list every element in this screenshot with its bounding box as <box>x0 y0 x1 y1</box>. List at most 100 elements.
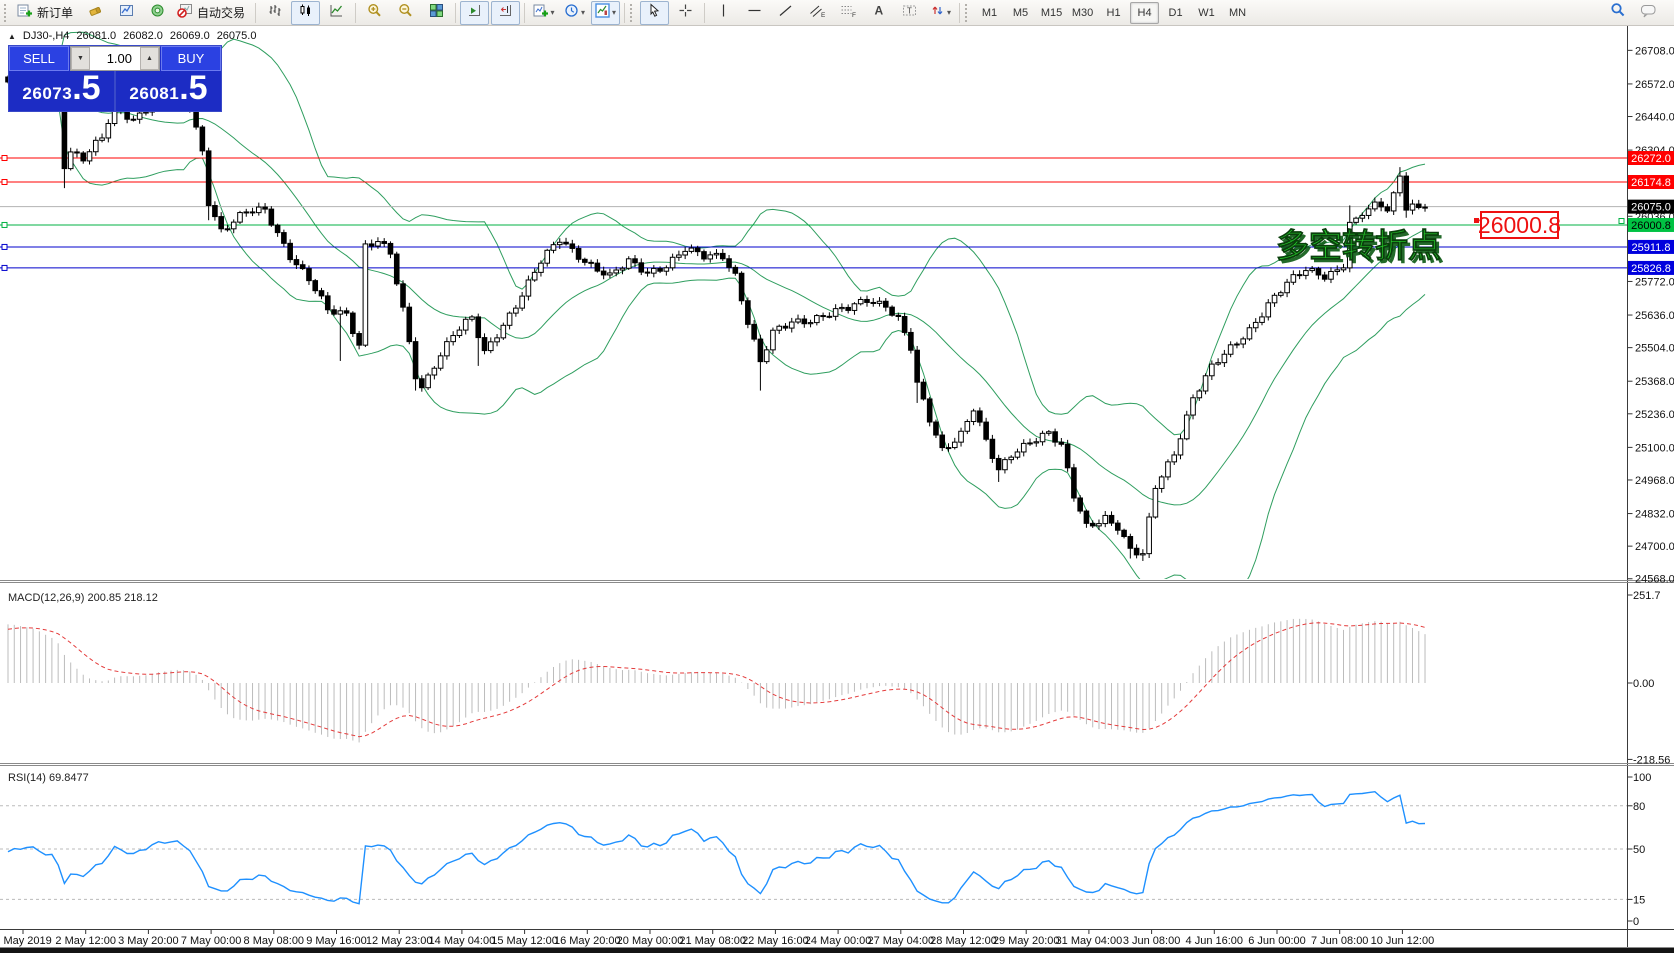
search-icon <box>1610 2 1626 23</box>
text-button[interactable]: A <box>864 1 893 25</box>
trendline-button[interactable] <box>771 1 800 25</box>
svg-text:24 May 00:00: 24 May 00:00 <box>805 935 872 947</box>
svg-text:20 May 00:00: 20 May 00:00 <box>617 935 684 947</box>
svg-text:80: 80 <box>1633 801 1645 813</box>
label-icon: T <box>902 3 917 23</box>
arrows-button[interactable]: ▾ <box>926 1 955 25</box>
zoom-in-button[interactable] <box>360 1 389 25</box>
svg-text:26000.8: 26000.8 <box>1631 220 1671 232</box>
svg-text:29 May 20:00: 29 May 20:00 <box>993 935 1060 947</box>
toolbar-separator <box>255 3 256 23</box>
buy-price[interactable]: 26081.5 <box>116 71 221 111</box>
timeframe-h1-button[interactable]: H1 <box>1099 2 1128 24</box>
chart-shift-button[interactable] <box>491 1 520 25</box>
timeframe-d1-button[interactable]: D1 <box>1161 2 1190 24</box>
volume-increase-button[interactable]: ▲ <box>140 47 159 70</box>
autotrade-icon <box>177 3 193 23</box>
eraser-button[interactable] <box>81 1 110 25</box>
svg-text:251.7: 251.7 <box>1633 590 1661 602</box>
svg-text:7 Jun 08:00: 7 Jun 08:00 <box>1311 935 1369 947</box>
crosshair-button[interactable] <box>671 1 700 25</box>
svg-text:26440.0: 26440.0 <box>1635 112 1674 124</box>
svg-text:14 May 04:00: 14 May 04:00 <box>429 935 496 947</box>
svg-text:F: F <box>852 12 856 18</box>
new-chart-button[interactable]: ▾ <box>529 1 558 25</box>
dropdown-arrow-icon: ▾ <box>947 8 951 17</box>
periods-button[interactable]: ▾ <box>560 1 589 25</box>
dropdown-arrow-icon: ▾ <box>581 8 585 17</box>
svg-text:26272.0: 26272.0 <box>1631 153 1671 165</box>
timeframe-w1-button[interactable]: W1 <box>1192 2 1221 24</box>
svg-text:-218.56: -218.56 <box>1633 754 1670 766</box>
search-button[interactable] <box>1603 1 1632 25</box>
svg-text:26000.8: 26000.8 <box>1478 212 1561 238</box>
svg-text:1 May 2019: 1 May 2019 <box>0 935 52 947</box>
svg-text:24968.0: 24968.0 <box>1635 475 1674 487</box>
indicators-button[interactable]: ▾ <box>591 1 620 25</box>
trendline-icon <box>778 3 793 23</box>
cursor-icon <box>647 3 662 23</box>
linechart-icon <box>329 3 344 23</box>
toolbar-grip[interactable] <box>4 4 9 22</box>
timeframe-mn-button[interactable]: MN <box>1223 2 1252 24</box>
cursor-button[interactable] <box>640 1 669 25</box>
timeframe-h4-button[interactable]: H4 <box>1130 2 1159 24</box>
horizontal-line-button[interactable] <box>740 1 769 25</box>
tile-windows-button[interactable] <box>422 1 451 25</box>
candles-icon <box>298 3 313 23</box>
svg-text:RSI(14) 69.8477: RSI(14) 69.8477 <box>8 772 89 784</box>
zoom-out-button[interactable] <box>391 1 420 25</box>
svg-text:26572.0: 26572.0 <box>1635 79 1674 91</box>
top-toolbar: 新订单 自动交易 ▾ ▾ ▾ E F AT ▾ M1M5M15M30H1H4D1W1MN <box>0 0 1674 26</box>
profiles-button[interactable] <box>112 1 141 25</box>
volume-decrease-button[interactable]: ▼ <box>71 47 90 70</box>
autotrade-button[interactable]: 自动交易 <box>174 1 251 25</box>
auto-scroll-button[interactable] <box>460 1 489 25</box>
toolbar-separator <box>704 3 705 23</box>
text-label-button[interactable]: T <box>895 1 924 25</box>
svg-text:100: 100 <box>1633 772 1651 784</box>
fibonacci-button[interactable]: F <box>833 1 862 25</box>
toolbar-grip[interactable] <box>630 4 635 22</box>
ohlc-open: 26081.0 <box>76 30 116 42</box>
svg-text:15 May 12:00: 15 May 12:00 <box>491 935 558 947</box>
svg-text:25772.0: 25772.0 <box>1635 276 1674 288</box>
buy-button[interactable]: BUY <box>161 46 221 71</box>
new-order-button[interactable]: 新订单 <box>14 1 79 25</box>
toolbar-separator <box>524 3 525 23</box>
svg-text:25504.0: 25504.0 <box>1635 343 1674 355</box>
autoscroll-icon <box>467 3 482 23</box>
bars-icon <box>267 3 282 23</box>
svg-text:8 May 08:00: 8 May 08:00 <box>244 935 305 947</box>
timeframe-m30-button[interactable]: M30 <box>1068 2 1097 24</box>
sell-price[interactable]: 26073.5 <box>9 71 114 111</box>
turning-point-annotation[interactable]: 多空转折点多空转折点 <box>1276 227 1444 267</box>
newchart-icon <box>533 3 549 23</box>
timeframe-m1-button[interactable]: M1 <box>975 2 1004 24</box>
latency-button[interactable] <box>143 1 172 25</box>
chart-canvas[interactable]: 26708.026572.026440.026304.026036.025772… <box>0 0 1674 953</box>
svg-text:27 May 04:00: 27 May 04:00 <box>867 935 934 947</box>
channel-icon: E <box>809 3 825 23</box>
vertical-line-button[interactable] <box>709 1 738 25</box>
symbol-period-label: DJ30-,H4 <box>23 30 69 42</box>
line-chart-button[interactable] <box>322 1 351 25</box>
arrows-icon <box>930 3 945 23</box>
collapse-panel-arrow-icon[interactable]: ▲ <box>8 32 16 41</box>
sell-button[interactable]: SELL <box>9 46 69 71</box>
bar-chart-button[interactable] <box>260 1 289 25</box>
fibo-icon: F <box>840 3 856 23</box>
timeframe-m5-button[interactable]: M5 <box>1006 2 1035 24</box>
timeframe-m15-button[interactable]: M15 <box>1037 2 1066 24</box>
svg-text:26075.0: 26075.0 <box>1631 202 1671 214</box>
svg-text:24832.0: 24832.0 <box>1635 509 1674 521</box>
svg-text:0: 0 <box>1633 916 1639 928</box>
volume-value[interactable]: 1.00 <box>90 47 140 70</box>
equidistant-channel-button[interactable]: E <box>802 1 831 25</box>
svg-text:26174.8: 26174.8 <box>1631 177 1671 189</box>
toolbar-grip[interactable] <box>965 4 970 22</box>
svg-text:25911.8: 25911.8 <box>1632 242 1671 254</box>
candlestick-chart-button[interactable] <box>291 1 320 25</box>
chat-button[interactable] <box>1634 1 1663 25</box>
zoom-in-icon <box>367 3 382 23</box>
